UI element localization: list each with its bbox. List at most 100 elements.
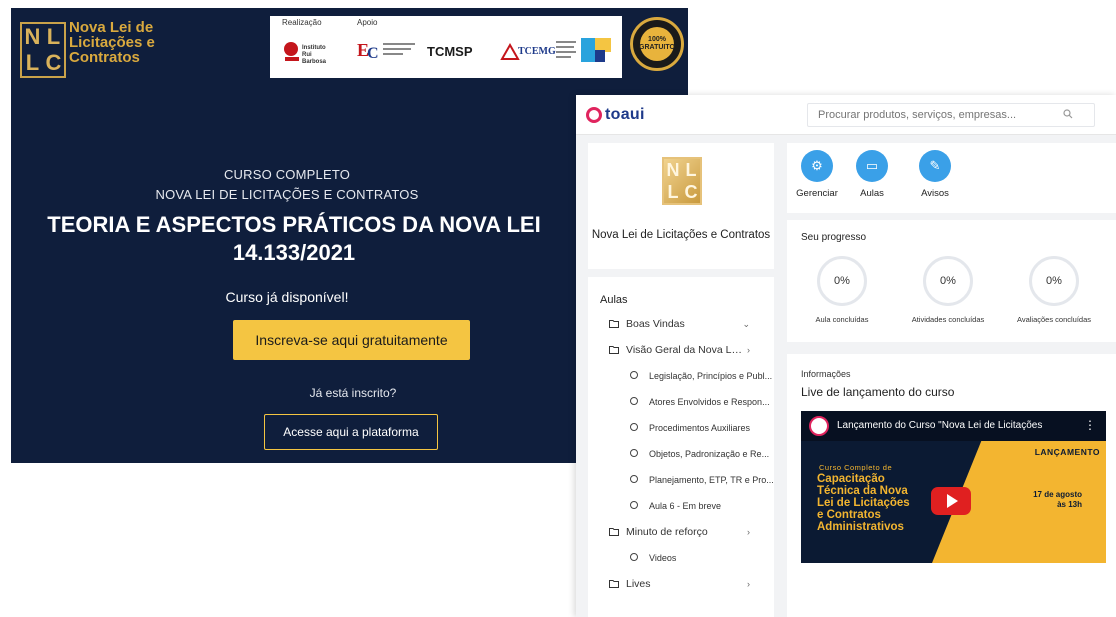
app-logo[interactable]: toaui (586, 106, 645, 124)
lesson-folder[interactable]: Lives › (588, 571, 774, 597)
tcmsp-logo: TCMSP (427, 44, 473, 59)
play-button-icon[interactable] (931, 487, 971, 515)
video-player[interactable]: Lançamento do Curso "Nova Lei de Licitaç… (801, 411, 1106, 583)
lesson-label: Planejamento, ETP, TR e Pro... (649, 475, 774, 485)
lesson-folder[interactable]: Minuto de reforço › (588, 519, 774, 545)
availability-text: Curso já disponível! (225, 289, 349, 305)
landing-header: N L L C Nova Lei de Licitações e Contrat… (11, 8, 688, 88)
course-logo: N L L C (662, 157, 702, 205)
apoio-label: Apoio (357, 18, 378, 27)
realizacao-label: Realização (282, 18, 322, 27)
video-date: 17 de agosto às 13h (1033, 490, 1082, 510)
video-tag: LANÇAMENTO (1034, 447, 1100, 457)
signup-button[interactable]: Inscreva-se aqui gratuitamente (233, 320, 470, 360)
course-headline: TEORIA E ASPECTOS PRÁTICOS DA NOVA LEI 1… (47, 212, 541, 265)
logo-letter: N (24, 24, 41, 49)
circle-icon (628, 423, 640, 433)
info-panel: Informações Live de lançamento do curso … (787, 354, 1116, 617)
lesson-label: Aula 6 - Em breve (649, 501, 722, 511)
circle-icon (628, 553, 640, 563)
chevron-right-icon[interactable]: › (747, 527, 750, 537)
logo-letter: L (25, 50, 40, 75)
channel-avatar[interactable] (809, 416, 829, 436)
video-date-line: às 13h (1057, 500, 1082, 509)
course-title: Nova Lei de Licitações e Contratos (591, 229, 771, 241)
manage-label: Gerenciar (796, 188, 838, 199)
chevron-down-icon[interactable]: ⌄ (742, 319, 750, 330)
video-title[interactable]: Lançamento do Curso "Nova Lei de Licitaç… (837, 420, 1057, 431)
video-headline-line: Administrativos (817, 521, 904, 533)
lesson-label: Legislação, Princípios e Publ... (649, 371, 773, 381)
lessons-label: Aulas (860, 188, 884, 199)
lesson-item[interactable]: Atores Envolvidos e Respon... (588, 389, 774, 415)
info-title: Live de lançamento do curso (801, 385, 955, 399)
note-icon: ✎ (919, 150, 951, 182)
free-certified-badge: 100% GRATUITO (630, 17, 684, 71)
chevron-right-icon[interactable]: › (747, 579, 750, 589)
nllc-logo: N L L C (20, 22, 66, 78)
course-actions: ⚙ Gerenciar ▭ Aulas ✎ Avisos (787, 143, 1116, 213)
manage-action[interactable]: ⚙ Gerenciar (787, 150, 847, 199)
progress-label: Atividades concluídas (911, 315, 985, 324)
circle-icon (628, 371, 640, 381)
progress-ring: 0% (923, 256, 973, 306)
lesson-label: Minuto de reforço (626, 526, 708, 538)
lesson-item[interactable]: Aula 6 - Em breve (588, 493, 774, 519)
logo-letter: L (46, 24, 61, 49)
search-box (807, 103, 1095, 127)
lessons-panel: Aulas Boas Vindas ⌄ Visão Geral da Nova Le… (588, 277, 774, 617)
access-platform-button[interactable]: Acesse aqui a plataforma (264, 414, 438, 450)
lesson-label: Objetos, Padronização e Re... (649, 449, 770, 459)
more-options-icon[interactable]: ⋮ (1084, 418, 1096, 432)
logo-letter: C (45, 50, 62, 75)
search-input[interactable] (808, 109, 1058, 121)
logo-letter: N (666, 160, 680, 180)
info-heading: Informações (801, 369, 851, 379)
folder-icon (608, 319, 620, 330)
progress-panel: Seu progresso 0% Aula concluídas 0% Ativ… (787, 220, 1116, 342)
notices-action[interactable]: ✎ Avisos (905, 150, 965, 199)
progress-label: Aula concluídas (815, 315, 869, 324)
lesson-item[interactable]: Legislação, Princípios e Publ... (588, 363, 774, 389)
progress-item-activities: 0% Atividades concluídas (897, 256, 999, 324)
logo-letter: C (684, 182, 698, 202)
circle-icon (628, 397, 640, 407)
video-kicker: Curso Completo de (819, 463, 893, 472)
screen-icon: ▭ (856, 150, 888, 182)
logo-letter: L (685, 160, 697, 180)
progress-item-lessons: 0% Aula concluídas (791, 256, 893, 324)
circle-icon (628, 449, 640, 459)
brand-line: Contratos (69, 49, 140, 66)
partner-square-logo (581, 34, 613, 66)
brand-name: Nova Lei de Licitações e Contratos (69, 20, 155, 65)
lesson-item[interactable]: Procedimentos Auxiliares (588, 415, 774, 441)
chevron-right-icon[interactable]: › (747, 345, 750, 355)
lesson-item[interactable]: Planejamento, ETP, TR e Pro... (588, 467, 774, 493)
course-card: N L L C Nova Lei de Licitações e Contrat… (588, 143, 774, 269)
app-name: toaui (605, 106, 645, 123)
search-icon[interactable] (1058, 108, 1078, 122)
lessons-action[interactable]: ▭ Aulas (842, 150, 902, 199)
course-platform: toaui N L L C Nova Lei de Licitações e C… (576, 95, 1116, 617)
app-logo-icon (586, 107, 602, 123)
notices-label: Avisos (921, 188, 949, 199)
lesson-folder[interactable]: Boas Vindas ⌄ (588, 311, 774, 337)
lesson-item[interactable]: Objetos, Padronização e Re... (588, 441, 774, 467)
lesson-item[interactable]: Videos (588, 545, 774, 571)
screenshot-canvas: N L L C Nova Lei de Licitações e Contrat… (0, 0, 1116, 617)
gear-icon: ⚙ (801, 150, 833, 182)
platform-topbar: toaui (576, 95, 1116, 135)
tcemg-logo: TCEMG (500, 42, 556, 62)
lesson-folder[interactable]: Visão Geral da Nova Lei ... › (588, 337, 774, 363)
course-subtitle: NOVA LEI DE LICITAÇÕES E CONTRATOS (155, 187, 419, 202)
lesson-label: Procedimentos Auxiliares (649, 423, 751, 433)
logo-letter: L (667, 182, 679, 202)
partners-strip: Realização Apoio Instituto Rui Barbosa E… (270, 16, 622, 78)
progress-heading: Seu progresso (801, 232, 867, 243)
course-kicker: CURSO COMPLETO (223, 167, 351, 182)
progress-item-assessments: 0% Avaliações concluídas (1003, 256, 1105, 324)
partner-text-logo (556, 38, 578, 62)
progress-ring: 0% (1029, 256, 1079, 306)
lessons-heading: Aulas (600, 294, 628, 306)
video-footer-logos (801, 563, 1106, 583)
